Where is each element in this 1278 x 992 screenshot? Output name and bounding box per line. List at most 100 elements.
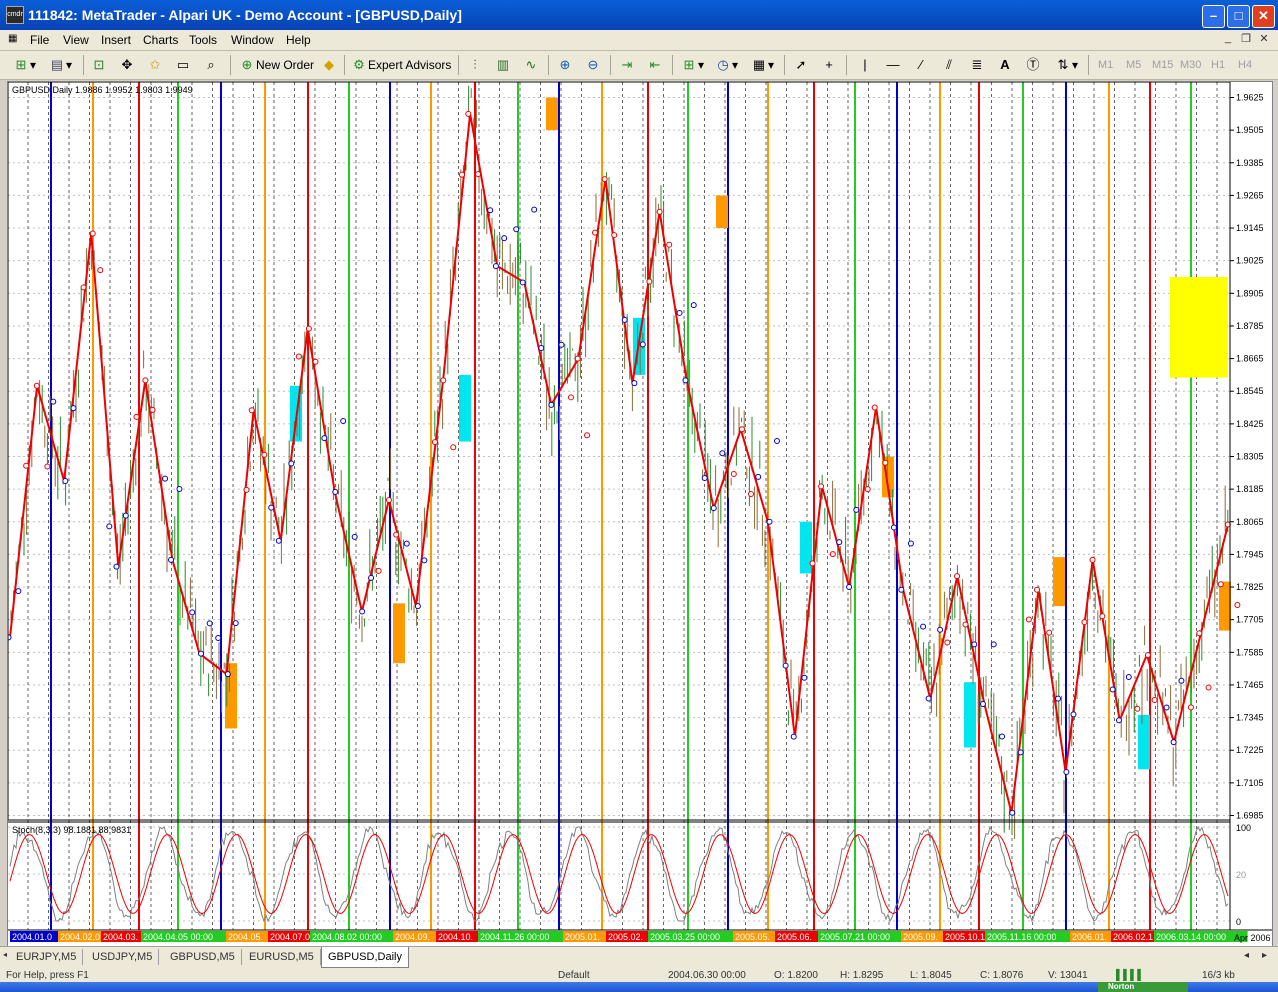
swing-marker [846, 584, 853, 591]
auto-scroll-button[interactable]: ⇥ [618, 55, 636, 75]
tab-scroll-right-arrow-icon[interactable]: ▸ [1262, 950, 1267, 961]
price-chart[interactable]: 1.9625 1.9505 1.9385 1.9265 1.9145 1.9025 1.89… [8, 82, 1272, 946]
swing-marker [261, 451, 268, 458]
swing-marker [1063, 768, 1070, 775]
maximize-button[interactable]: □ [1227, 5, 1250, 28]
swing-marker [89, 230, 96, 237]
line-chart-icon: ∿ [525, 57, 537, 72]
timeframe-m15[interactable]: M15 [1152, 59, 1173, 71]
chart-doc-icon[interactable]: ▦ [8, 33, 17, 44]
tab-scroll-left-icon[interactable]: ◂ [3, 950, 7, 959]
price-tick-label: 1.9025 [1236, 256, 1264, 266]
mdi-restore-icon[interactable]: ❐ [1238, 32, 1254, 46]
minimize-button[interactable]: – [1202, 5, 1225, 28]
swing-marker [748, 491, 755, 498]
swing-marker [809, 560, 816, 567]
candlestick-button[interactable]: ▥ [494, 55, 512, 75]
market-watch-button[interactable]: ⊡ [90, 55, 108, 75]
menu-charts[interactable]: Charts [143, 33, 178, 47]
date-label: 2004.02.0 [60, 932, 100, 942]
profiles-button[interactable]: ▤ ▾ [48, 55, 72, 75]
chart-shift-icon: ⇤ [649, 57, 661, 72]
expert-advisors-button[interactable]: ⚙ Expert Advisors [350, 55, 451, 75]
menu-insert[interactable]: Insert [101, 33, 131, 47]
swing-marker [80, 284, 87, 291]
clock-icon: ◷ [717, 57, 729, 72]
swing-marker [990, 641, 997, 648]
menu-window[interactable]: Window [231, 33, 274, 47]
periods-button[interactable]: ◷ ▾ [714, 55, 738, 75]
menu-help[interactable]: Help [286, 33, 311, 47]
highlight-box [716, 195, 728, 229]
tab-usdjpy-m5[interactable]: USDJPY,M5 [86, 949, 160, 965]
timeframe-h4[interactable]: H4 [1238, 59, 1252, 71]
date-label: 2005.09. [903, 932, 938, 942]
swing-marker [944, 639, 951, 646]
data-window-button[interactable]: ✥ [118, 55, 136, 75]
tab-gbpusd-daily[interactable]: GBPUSD,Daily [321, 947, 409, 968]
swing-marker [1009, 809, 1016, 816]
fibonacci-tool[interactable]: ≣ [968, 55, 986, 75]
metaeditor-button[interactable]: ◆ [320, 55, 338, 75]
strategy-tester-button[interactable]: ⌕ [202, 55, 220, 75]
close-button[interactable]: ✕ [1252, 5, 1275, 28]
trendline-tool[interactable]: ∕ [912, 55, 930, 75]
new-chart-button[interactable]: ⊞ ▾ [12, 55, 36, 75]
swing-marker [920, 623, 927, 630]
new-order-button[interactable]: ⊕ New Order [238, 55, 314, 75]
swing-marker [513, 226, 520, 233]
fibonacci-icon: ≣ [971, 57, 983, 72]
swing-marker [898, 586, 905, 593]
timeframe-h1[interactable]: H1 [1211, 59, 1225, 71]
mdi-minimize-icon[interactable]: _ [1220, 32, 1236, 46]
swing-marker [168, 556, 175, 563]
app-icon: cmdr [6, 6, 24, 24]
navigator-button[interactable]: ✩ [146, 55, 164, 75]
zoom-out-button[interactable]: ⊖ [584, 55, 602, 75]
arrows-tool[interactable]: ⇅ ▾ [1054, 55, 1078, 75]
bar-chart-icon: ⫶ [473, 57, 477, 72]
cursor-icon: ➚ [795, 57, 807, 72]
text-tool[interactable]: A [996, 55, 1014, 75]
tab-gbpusd-m5[interactable]: GBPUSD,M5 [164, 949, 242, 965]
swing-marker [475, 171, 482, 178]
timeframe-m5[interactable]: M5 [1126, 59, 1141, 71]
swing-marker [631, 380, 638, 387]
bar-chart-button[interactable]: ⫶ [466, 55, 484, 75]
taskbar-norton-button[interactable]: Norton [1098, 982, 1188, 992]
swing-marker [584, 432, 591, 439]
chart-shift-button[interactable]: ⇤ [646, 55, 664, 75]
timeframe-m30[interactable]: M30 [1180, 59, 1201, 71]
mdi-close-icon[interactable]: ✕ [1256, 32, 1272, 46]
highlight-box [1219, 581, 1231, 631]
price-tick-label: 1.7705 [1236, 615, 1264, 625]
swing-marker [730, 471, 737, 478]
chart-tabs: ◂ EURJPY,M5 USDJPY,M5 GBPUSD,M5 EURUSD,M… [0, 946, 1278, 969]
swing-marker [601, 176, 608, 183]
tab-eurjpy-m5[interactable]: EURJPY,M5 [10, 949, 84, 965]
swing-marker [206, 620, 213, 627]
cursor-tool[interactable]: ➚ [792, 55, 810, 75]
swing-marker [773, 437, 780, 444]
indicators-button[interactable]: ⊞ ▾ [680, 55, 704, 75]
equidistant-channel-tool[interactable]: ⫽ [940, 55, 958, 75]
chart-window[interactable]: 1.9625 1.9505 1.9385 1.9265 1.9145 1.9025 1.89… [7, 81, 1273, 947]
text-icon: A [1000, 57, 1010, 72]
menu-tools[interactable]: Tools [189, 33, 217, 47]
text-label-tool[interactable]: Ⓣ [1024, 55, 1042, 75]
timeframe-m1[interactable]: M1 [1098, 59, 1113, 71]
line-chart-button[interactable]: ∿ [522, 55, 540, 75]
tab-eurusd-m5[interactable]: EURUSD,M5 [243, 949, 321, 965]
menu-view[interactable]: View [63, 33, 89, 47]
tester-icon: ⌕ [207, 57, 215, 72]
templates-button[interactable]: ▦ ▾ [750, 55, 774, 75]
swing-marker [15, 588, 22, 595]
menu-file[interactable]: File [30, 33, 49, 47]
tab-scroll-left-arrow-icon[interactable]: ◂ [1244, 950, 1249, 961]
highlight-box [1138, 714, 1150, 770]
terminal-button[interactable]: ▭ [174, 55, 192, 75]
zoom-in-button[interactable]: ⊕ [556, 55, 574, 75]
crosshair-tool[interactable]: + [820, 55, 838, 75]
horizontal-line-tool[interactable]: — [884, 55, 902, 75]
vertical-line-tool[interactable]: | [856, 55, 874, 75]
